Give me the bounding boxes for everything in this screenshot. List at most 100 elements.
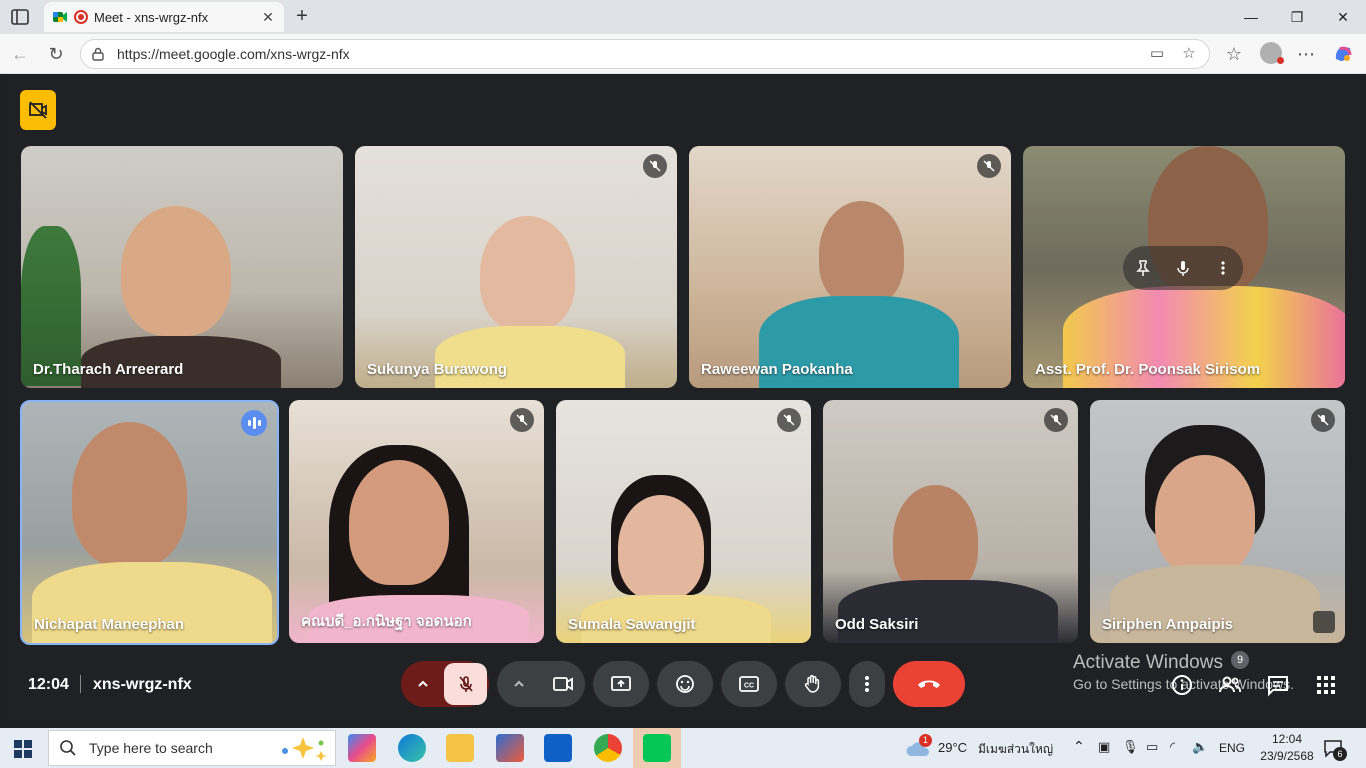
microphone-tray-icon[interactable]: 🎙 [1122,739,1139,755]
recording-icon [74,10,88,24]
camera-tray-icon[interactable]: ▣ [1098,739,1110,755]
meeting-time: 12:04 [28,676,69,693]
participant-tile[interactable]: Sukunya Burawong [355,146,677,388]
people-icon[interactable] [1218,673,1242,697]
tab-close-icon[interactable]: ✕ [260,9,276,26]
svg-text:CC: CC [744,683,754,690]
participant-tile[interactable]: Dr.Tharach Arreerard [21,146,343,388]
picture-in-picture-icon[interactable] [1313,611,1335,633]
tray-chevron-icon[interactable]: ⌃ [1073,738,1085,755]
mic-off-icon [510,408,534,432]
participant-tile[interactable]: Siriphen Ampaipis [1090,400,1345,643]
chat-icon[interactable] [1266,673,1290,697]
participant-name: คณบดี_อ.กนิษฐา จอดนอก [301,613,472,630]
clock-date[interactable]: 23/9/2568 [1256,749,1318,763]
browser-tab-bar: Meet - xns-wrgz-nfx ✕ + — ❐ ✕ [0,0,1366,34]
participant-name: Dr.Tharach Arreerard [33,361,184,378]
participant-tile[interactable]: Asst. Prof. Dr. Poonsak Sirisom [1023,146,1345,388]
meet-stage: Dr.Tharach Arreerard Sukunya Burawong Ra… [4,75,1362,725]
participant-name: Siriphen Ampaipis [1102,616,1234,633]
participant-count-badge: 9 [1231,651,1249,669]
favorite-star-icon[interactable]: ☆ [1179,44,1199,64]
weather-condition: มีเมฆส่วนใหญ่ [978,742,1054,756]
activate-windows-title: Activate Windows [1073,652,1223,673]
participant-name: Nichapat Maneephan [34,616,185,633]
leave-call-button[interactable] [893,661,965,707]
wifi-icon[interactable]: ◜ [1170,739,1175,755]
copilot-icon[interactable] [1332,43,1354,65]
mic-off-icon [1044,408,1068,432]
mic-off-icon [1311,408,1335,432]
browser-tab-meet[interactable]: Meet - xns-wrgz-nfx ✕ [44,2,284,32]
battery-icon[interactable]: ▭ [1146,739,1158,755]
tab-actions-icon[interactable] [10,7,30,27]
favorites-icon[interactable]: ☆ [1224,44,1244,64]
meet-favicon-icon [53,12,67,22]
captions-button[interactable]: CC [721,661,777,707]
url-text: https://meet.google.com/xns-wrgz-nfx [117,46,350,62]
outlook-taskbar-icon[interactable] [544,734,572,762]
profile-avatar[interactable] [1260,42,1284,64]
edge-taskbar-icon[interactable] [398,734,426,762]
back-icon[interactable]: ← [10,44,30,64]
mute-participant-icon[interactable] [1174,259,1192,277]
meeting-code: xns-wrgz-nfx [93,676,192,693]
participant-tile[interactable]: Raweewan Paokanha [689,146,1011,388]
participant-name: Sumala Sawangjit [568,616,696,633]
participant-video [819,201,904,306]
search-placeholder: Type here to search [89,740,213,756]
participant-video [480,216,575,331]
participant-tile-active-speaker[interactable]: Nichapat Maneephan [20,400,279,645]
more-options-button[interactable] [849,661,885,707]
participant-video [893,485,978,595]
meeting-details-icon[interactable] [1170,673,1194,697]
pin-icon[interactable] [1134,259,1152,277]
camera-button[interactable] [541,661,585,707]
participant-video [121,206,231,336]
notification-count-badge: 6 [1333,747,1347,761]
video-options-chevron-icon[interactable] [497,661,541,707]
raise-hand-button[interactable] [785,661,841,707]
participant-tile[interactable]: คณบดี_อ.กนิษฐา จอดนอก [289,400,544,643]
mic-control-group [401,661,489,707]
mic-off-icon [777,408,801,432]
weather-temp: 29°C [938,740,968,755]
tab-title: Meet - xns-wrgz-nfx [94,9,209,25]
participant-video-body [435,326,625,388]
mic-off-button[interactable] [444,663,487,705]
mic-off-icon [977,154,1001,178]
participant-tile[interactable]: Sumala Sawangjit [556,400,811,643]
new-tab-icon[interactable]: + [292,6,312,26]
refresh-icon[interactable]: ↻ [46,44,66,64]
chrome-taskbar-icon[interactable] [594,734,622,762]
windows-start-icon[interactable] [14,740,32,758]
no-video-badge-icon[interactable] [20,90,56,130]
file-explorer-taskbar-icon[interactable] [446,734,474,762]
participant-video [72,422,187,567]
participant-name: Odd Saksiri [835,616,919,633]
close-window-icon[interactable]: ✕ [1330,6,1356,28]
search-highlight-icon [282,737,327,761]
url-field[interactable]: https://meet.google.com/xns-wrgz-nfx ▭ ☆ [80,39,1210,69]
divider [80,675,81,693]
copilot-taskbar-icon[interactable] [348,734,376,762]
participant-tile[interactable]: Odd Saksiri [823,400,1078,643]
site-info-icon[interactable] [91,47,105,61]
volume-icon[interactable]: 🔈 [1192,739,1208,755]
clock-time[interactable]: 12:04 [1266,732,1308,746]
line-taskbar-icon[interactable] [643,734,671,762]
more-menu-icon[interactable]: ⋯ [1296,44,1316,64]
present-screen-button[interactable] [593,661,649,707]
reactions-button[interactable] [657,661,713,707]
audio-options-chevron-icon[interactable] [401,661,444,707]
weather-alert-badge: 1 [919,734,932,747]
more-options-icon[interactable] [1214,259,1232,277]
minimize-icon[interactable]: — [1238,6,1264,28]
language-indicator[interactable]: ENG [1219,741,1245,755]
participant-video [618,495,704,600]
activities-icon[interactable] [1314,673,1338,697]
taskbar-search-box[interactable]: Type here to search [48,730,336,766]
restore-icon[interactable]: ❐ [1284,6,1310,28]
store-taskbar-icon[interactable] [496,734,524,762]
camera-in-use-icon[interactable]: ▭ [1147,44,1167,64]
